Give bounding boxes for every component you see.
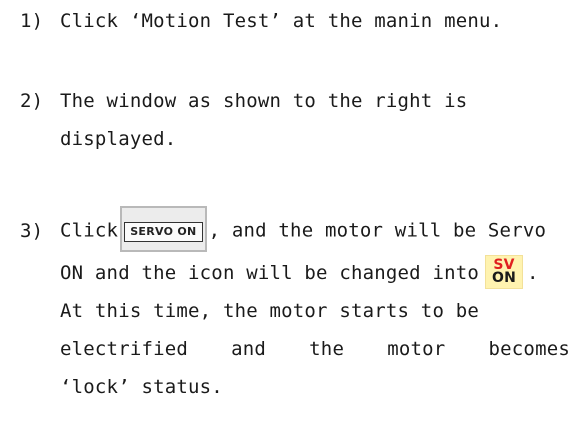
step-3-word: electrified: [60, 338, 189, 360]
step-3-line-2-suffix: .: [527, 262, 539, 284]
step-2-line-1: The window as shown to the right is: [60, 90, 468, 112]
servo-on-status-icon: SV ON: [485, 254, 524, 289]
servo-on-icon-bottom: ON: [492, 269, 517, 286]
step-3-click-word: Click: [60, 219, 119, 242]
servo-on-button-label: SERVO ON: [124, 222, 203, 242]
instruction-page: 1) Click ‘Motion Test’ at the manin menu.…: [0, 0, 582, 430]
step-number: 3): [20, 219, 44, 242]
step-1: 1) Click ‘Motion Test’ at the manin menu.: [20, 2, 572, 40]
step-3-word: the: [309, 338, 345, 360]
step-3-line-1-suffix: , and the motor will be Servo: [208, 219, 547, 242]
step-2-line-2: displayed.: [60, 128, 177, 150]
step-3-word: and: [231, 338, 267, 360]
step-3-line-5: ‘lock’ status.: [60, 376, 223, 398]
step-3-line-4: electrified and the motor becomes: [60, 330, 570, 368]
step-number: 2): [20, 90, 44, 112]
step-3-word: becomes: [488, 338, 570, 360]
step-3-line-3: At this time, the motor starts to be: [60, 300, 480, 322]
step-3-word: motor: [387, 338, 446, 360]
step-3: 3) Click SERVO ON, and the motor will be S…: [20, 206, 572, 406]
step-3-line-2-prefix: ON and the icon will be changed into: [60, 262, 480, 284]
servo-on-button[interactable]: SERVO ON: [120, 206, 207, 252]
step-number: 1): [20, 10, 44, 32]
step-2: 2) The window as shown to the right is di…: [20, 82, 572, 158]
step-1-text: Click ‘Motion Test’ at the manin menu.: [60, 10, 503, 32]
